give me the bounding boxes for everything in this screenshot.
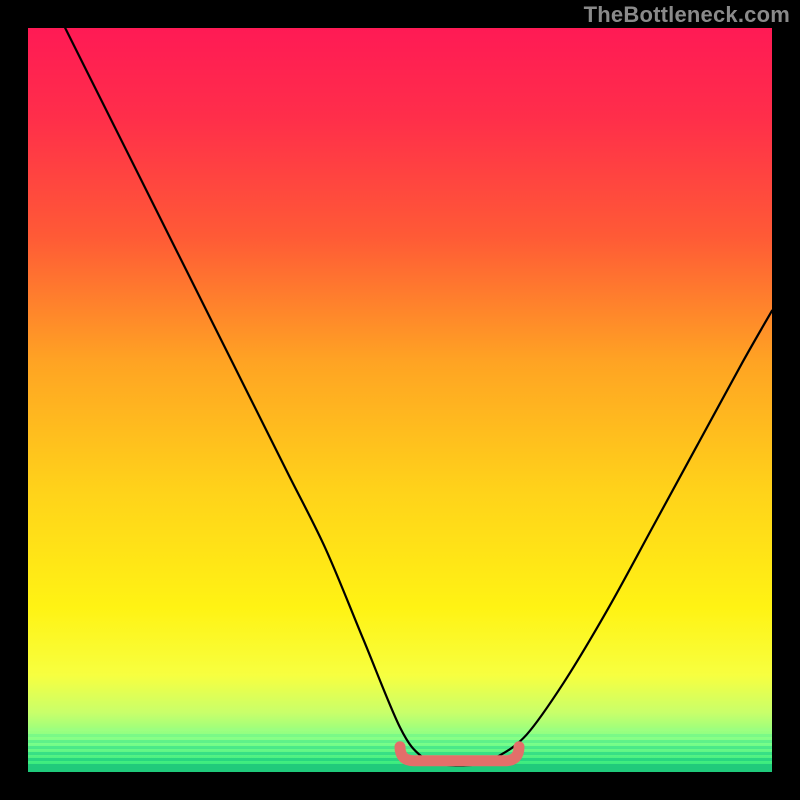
chart-frame: TheBottleneck.com <box>0 0 800 800</box>
bottleneck-curve <box>65 28 772 766</box>
plot-area <box>28 28 772 772</box>
watermark-text: TheBottleneck.com <box>584 2 790 28</box>
curve-layer <box>28 28 772 772</box>
